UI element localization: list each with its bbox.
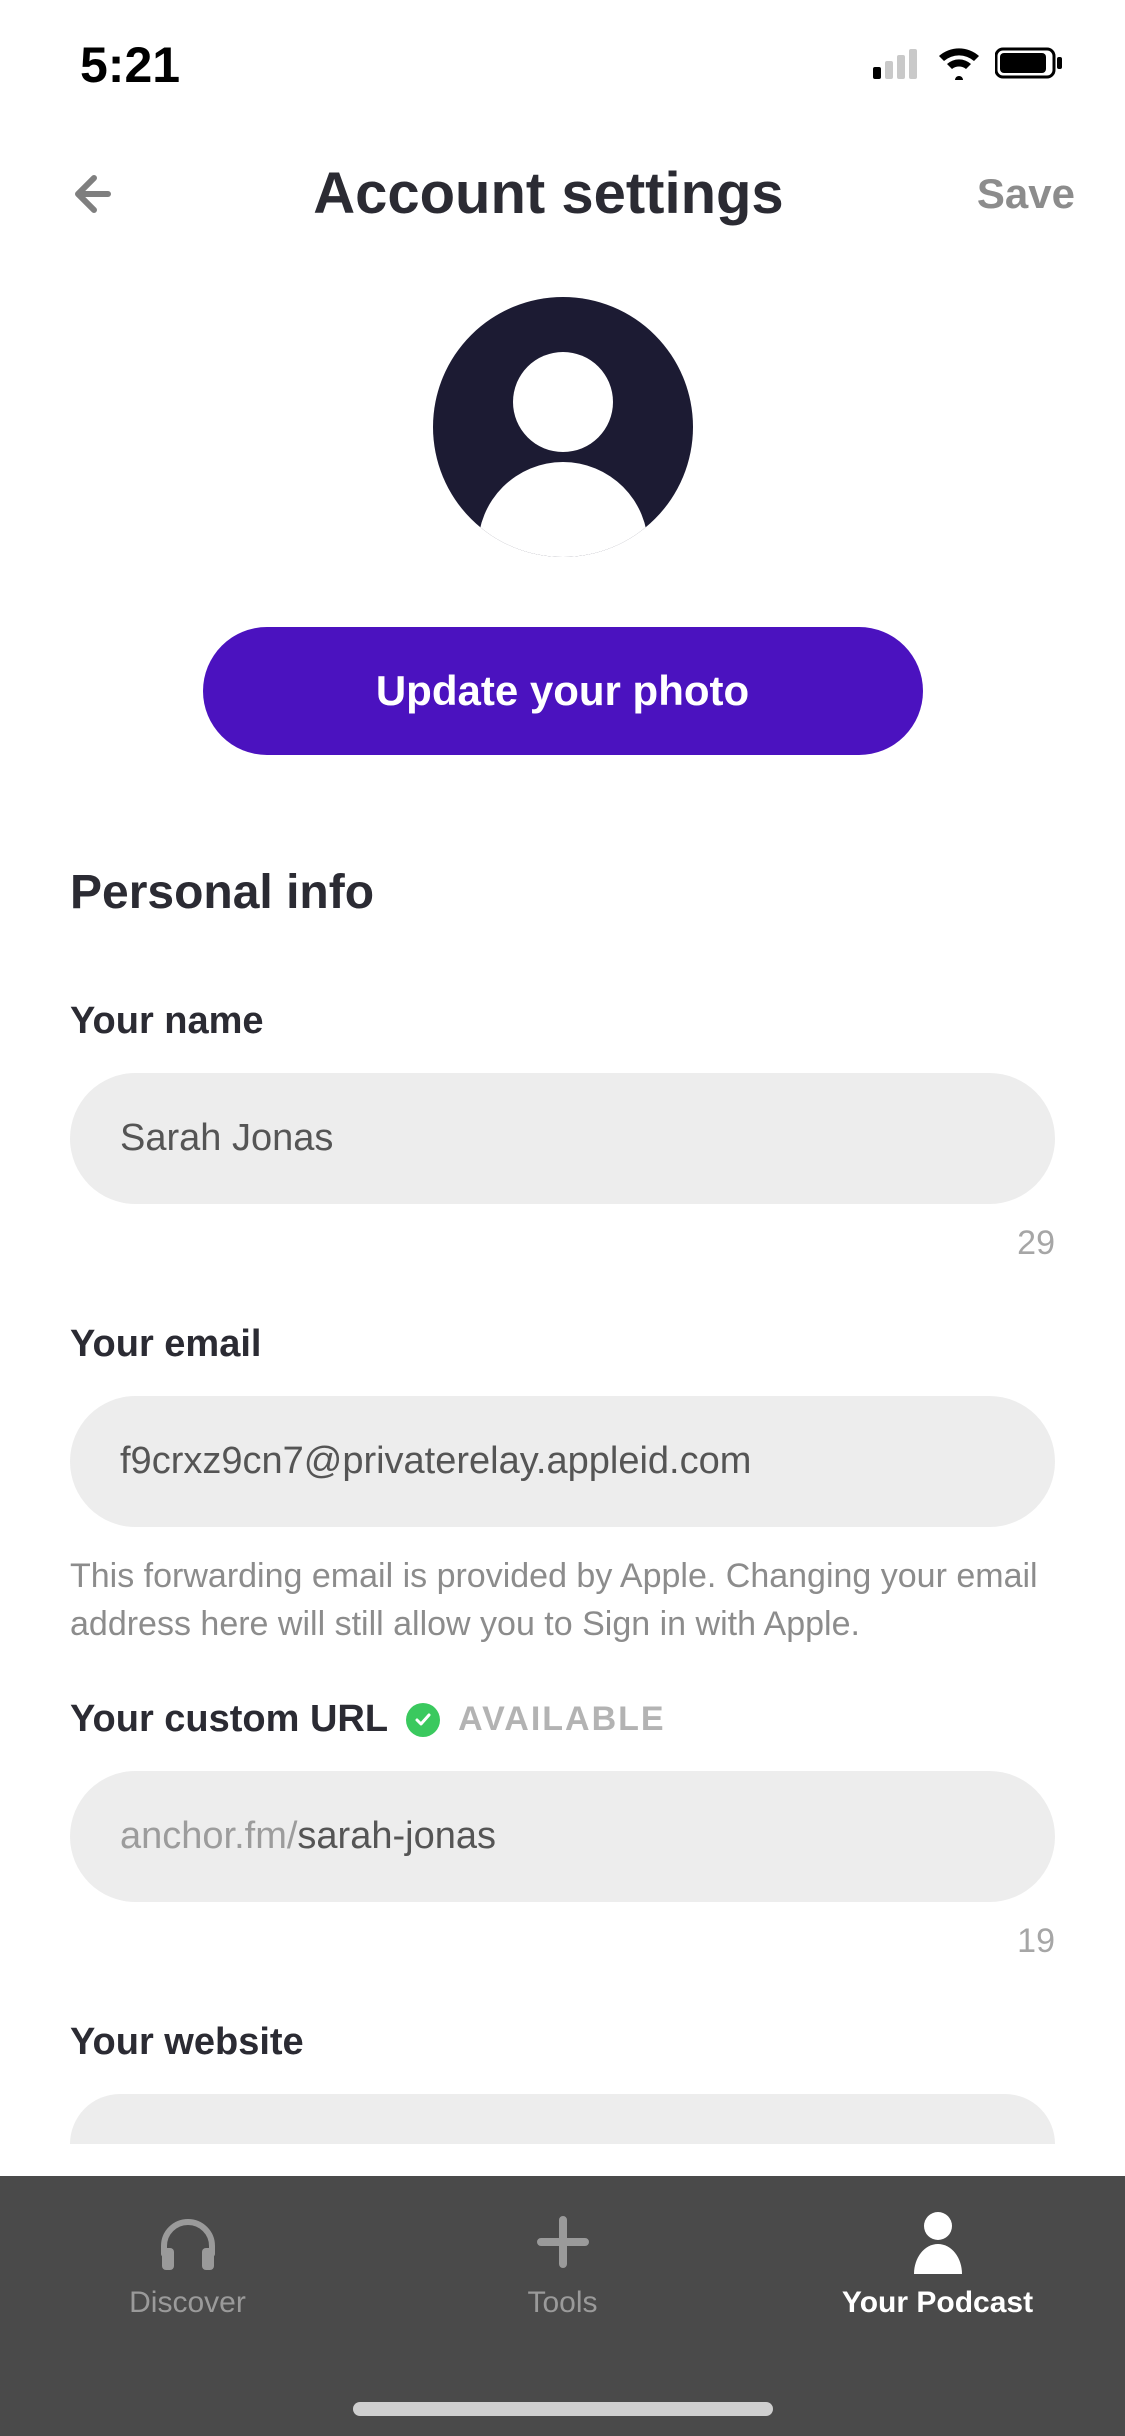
- personal-info-section: Personal info Your name 29 Your email Th…: [0, 865, 1125, 2144]
- tab-tools[interactable]: Tools: [375, 2206, 750, 2320]
- header: Account settings Save: [0, 120, 1125, 257]
- headphones-icon: [152, 2206, 224, 2278]
- name-input[interactable]: [70, 1073, 1055, 1204]
- cellular-icon: [873, 47, 923, 84]
- check-circle-icon: [406, 1703, 440, 1737]
- tab-your-podcast-label: Your Podcast: [842, 2286, 1033, 2320]
- website-label: Your website: [70, 2021, 1055, 2064]
- website-input[interactable]: [70, 2094, 1055, 2144]
- url-label-row: Your custom URL AVAILABLE: [70, 1698, 1055, 1741]
- url-input[interactable]: anchor.fm/: [70, 1771, 1055, 1902]
- wifi-icon: [935, 46, 983, 85]
- tab-your-podcast[interactable]: Your Podcast: [750, 2206, 1125, 2320]
- page-title: Account settings: [120, 160, 977, 227]
- battery-icon: [995, 47, 1065, 84]
- tab-discover-label: Discover: [129, 2286, 246, 2320]
- url-value-input[interactable]: [297, 1815, 786, 1858]
- tab-bar: Discover Tools Your Podcast: [0, 2176, 1125, 2436]
- section-title: Personal info: [70, 865, 1055, 920]
- url-prefix: anchor.fm/: [120, 1815, 297, 1858]
- avatar[interactable]: [433, 297, 693, 557]
- name-counter: 29: [70, 1224, 1055, 1263]
- avatar-container: [0, 257, 1125, 557]
- status-icons: [873, 46, 1065, 85]
- avatar-body-icon: [478, 462, 648, 557]
- tab-discover[interactable]: Discover: [0, 2206, 375, 2320]
- url-counter: 19: [70, 1922, 1055, 1961]
- url-availability: AVAILABLE: [458, 1700, 666, 1739]
- plus-icon: [527, 2206, 599, 2278]
- email-help-text: This forwarding email is provided by App…: [70, 1553, 1055, 1648]
- status-bar: 5:21: [0, 0, 1125, 120]
- url-label: Your custom URL: [70, 1698, 388, 1741]
- avatar-head-icon: [513, 352, 613, 452]
- email-label: Your email: [70, 1323, 1055, 1366]
- home-indicator[interactable]: [353, 2402, 773, 2416]
- name-label: Your name: [70, 1000, 1055, 1043]
- arrow-left-icon: [66, 170, 114, 218]
- status-time: 5:21: [80, 36, 180, 94]
- back-button[interactable]: [60, 164, 120, 224]
- email-input[interactable]: [70, 1396, 1055, 1527]
- person-icon: [902, 2206, 974, 2278]
- tab-tools-label: Tools: [527, 2286, 597, 2320]
- update-photo-button[interactable]: Update your photo: [203, 627, 923, 755]
- save-button[interactable]: Save: [977, 170, 1075, 218]
